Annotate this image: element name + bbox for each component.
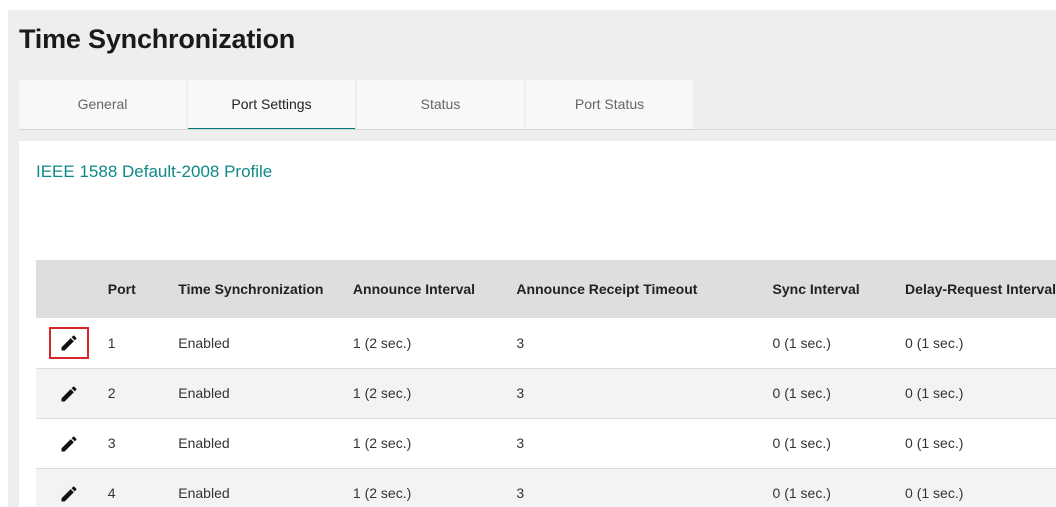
pencil-icon (61, 335, 77, 351)
announce-interval-cell: 1 (2 sec.) (352, 435, 412, 451)
time-sync-cell: Enabled (178, 435, 230, 451)
port-cell: 1 (107, 334, 116, 351)
edit-button[interactable] (49, 327, 89, 360)
announce-interval-cell: 1 (2 sec.) (352, 334, 412, 351)
column-header-edit (36, 260, 108, 318)
column-header-time-sync: Time Synchronization (178, 281, 324, 297)
column-header-announce-receipt-timeout: Announce Receipt Timeout (516, 281, 698, 297)
pencil-icon (61, 485, 77, 501)
announce-receipt-timeout-cell: 3 (516, 435, 525, 451)
page-title: Time Synchronization (19, 24, 296, 54)
delay-request-interval-cell: 0 (1 sec.) (905, 485, 964, 501)
sync-interval-cell: 0 (1 sec.) (772, 334, 831, 351)
table-row: 2 Enabled 1 (2 sec.) 3 0 (1 sec.) 0 (1 s… (36, 368, 1056, 418)
announce-interval-cell: 1 (2 sec.) (352, 485, 412, 501)
column-header-port: Port (107, 281, 136, 297)
profile-heading: IEEE 1588 Default-2008 Profile (36, 162, 273, 181)
announce-receipt-timeout-cell: 3 (516, 334, 525, 351)
announce-receipt-timeout-cell: 3 (516, 385, 525, 401)
pencil-icon (61, 385, 77, 401)
table-row: 4 Enabled 1 (2 sec.) 3 0 (1 sec.) 0 (1 s… (36, 468, 1056, 507)
time-sync-cell: Enabled (178, 485, 230, 501)
port-settings-table: Port Time Synchronization Announce Inter… (36, 260, 1056, 507)
sync-interval-cell: 0 (1 sec.) (772, 485, 831, 501)
edit-button[interactable] (49, 478, 89, 507)
port-cell: 4 (107, 485, 116, 501)
pencil-icon (61, 435, 77, 451)
table-row: 1 Enabled 1 (2 sec.) 3 0 (1 sec.) 0 (1 s… (36, 318, 1056, 368)
edit-button[interactable] (49, 428, 89, 460)
column-header-announce-interval: Announce Interval (352, 281, 476, 297)
delay-request-interval-cell: 0 (1 sec.) (905, 385, 964, 401)
sync-interval-cell: 0 (1 sec.) (772, 435, 831, 451)
time-sync-page: Time Synchronization General Port Settin… (8, 10, 1056, 507)
tab-port-status[interactable]: Port Status (526, 80, 693, 130)
tab-general[interactable]: General (19, 80, 186, 130)
column-header-sync-interval: Sync Interval (772, 281, 860, 297)
table-header-row: Port Time Synchronization Announce Inter… (36, 260, 1056, 318)
announce-receipt-timeout-cell: 3 (516, 485, 525, 501)
column-header-delay-request-interval: Delay-Request Interval (905, 281, 1056, 297)
announce-interval-cell: 1 (2 sec.) (352, 385, 412, 401)
settings-card: IEEE 1588 Default-2008 Profile Port Time… (19, 141, 1056, 507)
time-sync-cell: Enabled (178, 385, 230, 401)
tab-port-settings[interactable]: Port Settings (188, 80, 355, 130)
time-sync-cell: Enabled (178, 334, 230, 351)
tab-divider (19, 129, 1056, 130)
tab-bar: General Port Settings Status Port Status (19, 80, 695, 130)
sync-interval-cell: 0 (1 sec.) (772, 385, 831, 401)
port-cell: 2 (107, 385, 116, 401)
port-cell: 3 (107, 435, 116, 451)
delay-request-interval-cell: 0 (1 sec.) (905, 334, 964, 351)
tab-status[interactable]: Status (357, 80, 524, 130)
delay-request-interval-cell: 0 (1 sec.) (905, 435, 964, 451)
table-row: 3 Enabled 1 (2 sec.) 3 0 (1 sec.) 0 (1 s… (36, 418, 1056, 468)
edit-button[interactable] (49, 378, 89, 410)
